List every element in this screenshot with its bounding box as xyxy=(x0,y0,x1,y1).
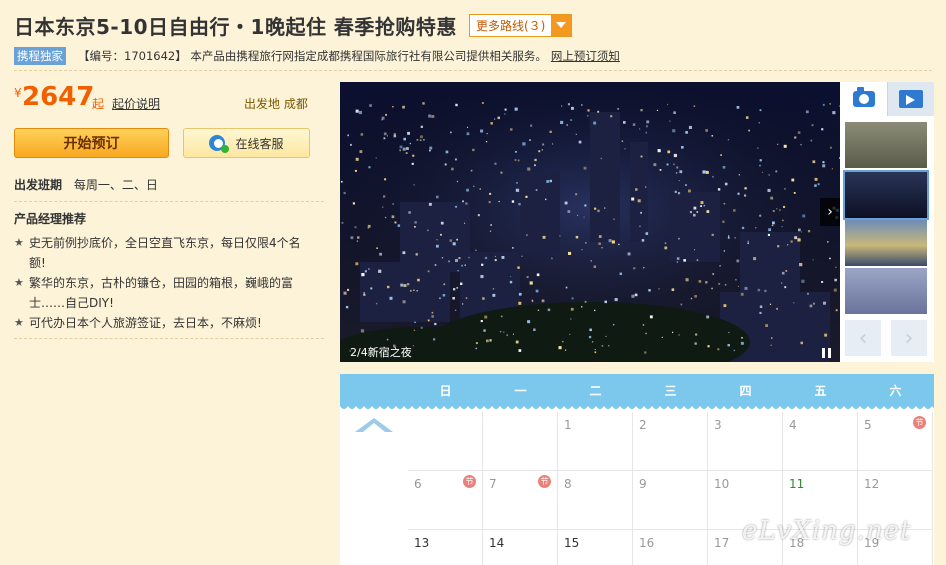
thumbnail-strip: ‹ › xyxy=(840,116,934,362)
product-code: 【编号：1701642】 本产品由携程旅行网指定成都携程国际旅行社有限公司提供相… xyxy=(78,49,547,63)
calendar-cell[interactable]: 1 xyxy=(558,412,633,471)
weekday-fri: 五 xyxy=(814,384,827,398)
title-row: 日本东京5-10日自由行・1晚起住 春季抢购特惠 更多路线(３) xyxy=(14,10,573,40)
holiday-badge: 节 xyxy=(538,475,551,488)
manager-recommend-title: 产品经理推荐 xyxy=(14,212,87,226)
thumbnail-3[interactable] xyxy=(845,220,927,266)
thumbnail-4[interactable] xyxy=(845,268,927,314)
media-tabs xyxy=(840,82,934,116)
date-number: 17 xyxy=(714,536,730,550)
date-number: 15 xyxy=(564,536,580,550)
calendar-cell[interactable]: 6节 xyxy=(408,471,483,530)
calendar-cell[interactable]: 14 xyxy=(483,530,558,565)
weekday-thu: 四 xyxy=(739,384,752,398)
calendar-cell[interactable]: 4 xyxy=(783,412,858,471)
watermark: eLvXing.net xyxy=(742,516,912,546)
calendar-cell[interactable]: 9 xyxy=(633,471,708,530)
date-number: 4 xyxy=(789,418,797,432)
date-number: 9 xyxy=(639,477,647,491)
more-routes-label: 更多路线(３) xyxy=(475,18,546,33)
date-number: 16 xyxy=(639,536,655,550)
date-number: 11 xyxy=(789,477,805,491)
weekday-sun: 日 xyxy=(439,384,452,398)
date-number: 13 xyxy=(414,536,430,550)
calendar-cell[interactable]: 8 xyxy=(558,471,633,530)
holiday-badge: 节 xyxy=(463,475,476,488)
online-service-button[interactable]: 在线客服 xyxy=(183,128,310,158)
schedule-value: 每周一、二、日 xyxy=(73,178,158,192)
currency-symbol: ¥ xyxy=(14,86,22,100)
date-number: 7 xyxy=(489,477,497,491)
list-item: 繁华的东京，古朴的镰仓，田园的箱根，巍峨的富士……自己DIY! xyxy=(14,273,314,313)
main-photo[interactable]: 2/4新宿之夜 › xyxy=(340,82,840,362)
customer-service-icon xyxy=(209,133,230,153)
next-photo-button[interactable]: › xyxy=(820,198,840,226)
calendar-cell[interactable]: 5节 xyxy=(858,412,933,471)
divider xyxy=(14,201,324,202)
online-service-label: 在线客服 xyxy=(235,136,284,151)
manager-recommend-list: 史无前例抄底价，全日空直飞东京，每日仅限4个名额! 繁华的东京，古朴的镰仓，田园… xyxy=(14,233,314,333)
weekday-mon: 一 xyxy=(514,384,527,398)
calendar-header: 日 一 二 三 四 五 六 xyxy=(340,374,934,406)
tab-video[interactable] xyxy=(887,82,934,116)
weekday-sat: 六 xyxy=(889,384,902,398)
departure-city: 出发地 成都 xyxy=(244,97,308,111)
thumbnail-nav: ‹ › xyxy=(845,320,927,356)
more-routes-dropdown[interactable]: 更多路线(３) xyxy=(468,13,573,37)
list-item: 史无前例抄底价，全日空直飞东京，每日仅限4个名额! xyxy=(14,233,314,273)
calendar-cell[interactable]: 16 xyxy=(633,530,708,565)
night-city-image xyxy=(340,82,840,362)
departure-schedule: 出发班期 每周一、二、日 xyxy=(14,176,158,193)
calendar-cell-empty xyxy=(408,412,483,471)
page-title: 日本东京5-10日自由行・1晚起住 春季抢购特惠 xyxy=(14,14,457,39)
calendar-cell[interactable]: 7节 xyxy=(483,471,558,530)
date-number: 12 xyxy=(864,477,880,491)
photo-gallery: 2/4新宿之夜 › ‹ › xyxy=(340,82,934,362)
schedule-label: 出发班期 xyxy=(14,178,63,192)
date-number: 10 xyxy=(714,477,730,491)
thumbnail-2[interactable] xyxy=(843,170,929,220)
calendar-cell[interactable]: 2 xyxy=(633,412,708,471)
photo-caption: 2/4新宿之夜 xyxy=(350,346,412,359)
chevron-down-icon xyxy=(551,14,572,36)
video-icon xyxy=(899,90,923,108)
date-number: 6 xyxy=(414,477,422,491)
calendar-cell-empty xyxy=(483,412,558,471)
thumbnail-next-button[interactable]: › xyxy=(891,320,927,356)
divider xyxy=(14,338,324,339)
start-booking-button[interactable]: 开始预订 xyxy=(14,128,169,158)
tab-photo[interactable] xyxy=(840,82,887,116)
calendar-cell[interactable]: 3 xyxy=(708,412,783,471)
price-amount: 2647 xyxy=(22,82,95,112)
date-number: 14 xyxy=(489,536,505,550)
booking-notice-link[interactable]: 网上预订须知 xyxy=(551,48,620,64)
list-item: 可代办日本个人旅游签证，去日本，不麻烦! xyxy=(14,313,314,333)
date-number: 3 xyxy=(714,418,722,432)
holiday-badge: 节 xyxy=(913,416,926,429)
date-number: 5 xyxy=(864,418,872,432)
pause-icon[interactable] xyxy=(822,348,834,358)
date-number: 2 xyxy=(639,418,647,432)
chevron-up-icon[interactable] xyxy=(355,418,393,432)
date-number: 1 xyxy=(564,418,572,432)
price-from-label: 起 xyxy=(92,97,105,111)
thumbnail-1[interactable] xyxy=(845,122,927,168)
product-info-row: 携程独家 【编号：1701642】 本产品由携程旅行网指定成都携程国际旅行社有限… xyxy=(14,47,620,65)
calendar-cell[interactable]: 13 xyxy=(408,530,483,565)
camera-icon xyxy=(852,87,875,107)
price-note-link[interactable]: 起价说明 xyxy=(112,95,160,112)
weekday-wed: 三 xyxy=(664,384,677,398)
date-number: 8 xyxy=(564,477,572,491)
thumbnail-prev-button[interactable]: ‹ xyxy=(845,320,881,356)
price-row: ¥ 2647 起 起价说明 出发地 成都 xyxy=(14,82,314,116)
exclusive-badge: 携程独家 xyxy=(14,47,66,65)
weekday-tue: 二 xyxy=(589,384,602,398)
divider xyxy=(14,70,932,71)
calendar-side xyxy=(340,412,408,565)
calendar-cell[interactable]: 15 xyxy=(558,530,633,565)
